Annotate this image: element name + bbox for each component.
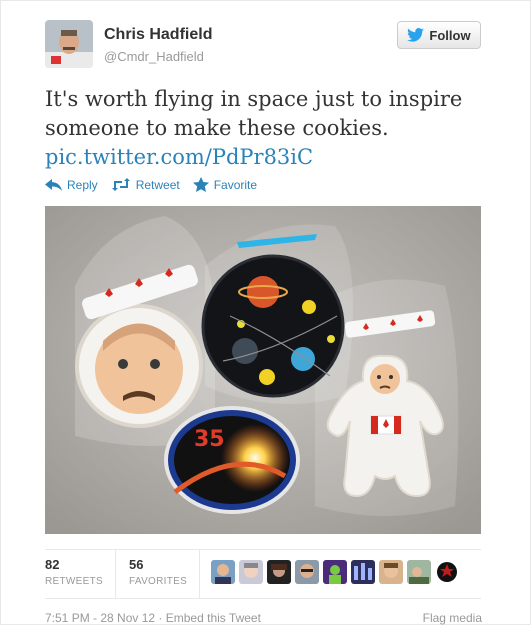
user-avatar[interactable] bbox=[211, 560, 235, 584]
cookies-photo: 35 bbox=[45, 206, 481, 534]
retweets-count: 82 bbox=[45, 557, 60, 572]
user-avatar[interactable] bbox=[407, 560, 431, 584]
user-avatar[interactable] bbox=[295, 560, 319, 584]
user-avatar[interactable] bbox=[267, 560, 291, 584]
favoriters-avatars bbox=[211, 560, 459, 584]
reply-button[interactable]: Reply bbox=[45, 178, 98, 192]
retweets-label: RETWEETS bbox=[45, 576, 103, 587]
favorites-count: 56 bbox=[129, 557, 144, 572]
tweet-footer: 7:51 PM - 28 Nov 12 · Embed this Tweet bbox=[45, 611, 261, 625]
footer-separator: · bbox=[158, 611, 163, 625]
tweet-line-1: It's worth flying in space just to inspi… bbox=[45, 87, 463, 111]
star-icon bbox=[192, 177, 209, 192]
user-avatar[interactable] bbox=[351, 560, 375, 584]
mission-number: 35 bbox=[194, 427, 225, 452]
user-avatar[interactable] bbox=[379, 560, 403, 584]
tweet-photo[interactable]: 35 bbox=[45, 206, 481, 534]
reply-label: Reply bbox=[67, 177, 98, 192]
author-avatar[interactable] bbox=[45, 20, 93, 68]
tweet-stats: 82 RETWEETS 56 FAVORITES bbox=[45, 549, 481, 599]
tweet-line-2: someone to make these cookies. bbox=[45, 116, 389, 140]
user-avatar[interactable] bbox=[323, 560, 347, 584]
retweet-button[interactable]: Retweet bbox=[111, 178, 180, 192]
follow-label: Follow bbox=[429, 27, 471, 43]
retweets-stat[interactable]: 82 RETWEETS bbox=[45, 557, 103, 587]
retweet-icon bbox=[111, 178, 130, 191]
favorite-button[interactable]: Favorite bbox=[192, 177, 258, 192]
author-name[interactable]: Chris Hadfield bbox=[104, 26, 212, 44]
follow-button[interactable]: Follow bbox=[397, 21, 481, 49]
favorites-stat[interactable]: 56 FAVORITES bbox=[129, 557, 187, 587]
favorite-label: Favorite bbox=[213, 177, 258, 192]
favorites-label: FAVORITES bbox=[129, 576, 188, 587]
embed-tweet-link[interactable]: Embed this Tweet bbox=[166, 611, 261, 625]
tweet-timestamp[interactable]: 7:51 PM - 28 Nov 12 bbox=[45, 611, 155, 625]
tweet-actions: Reply Retweet Favorite bbox=[45, 177, 270, 192]
stats-divider bbox=[115, 550, 116, 598]
tweet-card: Chris Hadfield @Cmdr_Hadfield Follow It'… bbox=[0, 0, 531, 625]
stats-divider bbox=[199, 550, 200, 598]
twitter-bird-icon bbox=[407, 28, 425, 42]
author-handle[interactable]: @Cmdr_Hadfield bbox=[104, 49, 204, 64]
flag-media-link[interactable]: Flag media bbox=[423, 611, 482, 625]
retweet-label: Retweet bbox=[135, 177, 180, 192]
user-avatar[interactable] bbox=[239, 560, 263, 584]
tweet-text: It's worth flying in space just to inspi… bbox=[45, 85, 485, 172]
tweet-media-link[interactable]: pic.twitter.com/PdPr83iC bbox=[45, 143, 485, 172]
reply-icon bbox=[45, 178, 62, 191]
user-avatar[interactable] bbox=[435, 560, 459, 584]
